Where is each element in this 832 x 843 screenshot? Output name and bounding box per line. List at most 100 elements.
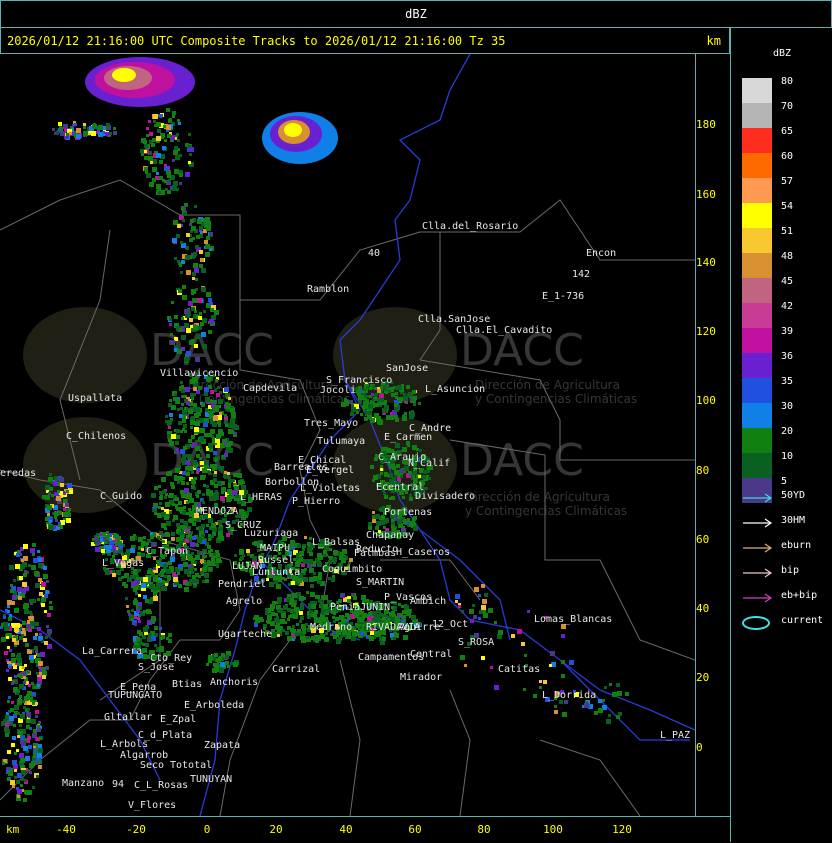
echo-pixel — [38, 558, 42, 562]
echo-pixel — [169, 511, 172, 514]
echo-pixel — [299, 620, 302, 623]
echo-pixel — [209, 232, 213, 236]
radar-map[interactable]: DACC Dirección de Agricultura y Continge… — [0, 54, 696, 816]
echo-pixel — [284, 578, 287, 581]
echo-pixel — [9, 666, 12, 669]
echo-pixel — [388, 390, 391, 393]
place-label: Chapanay — [366, 530, 414, 541]
echo-pixel — [202, 468, 207, 473]
echo-pixel — [241, 485, 246, 490]
echo-pixel — [290, 598, 294, 602]
watermark-name-3: DACC — [150, 435, 274, 486]
echo-pixel — [51, 494, 54, 497]
echo-pixel — [176, 448, 179, 451]
echo-pixel — [164, 180, 167, 183]
echo-pixel — [199, 250, 203, 254]
echo-pixel — [9, 716, 14, 721]
echo-pixel — [164, 575, 167, 578]
legend-swatch — [742, 353, 772, 378]
echo-pixel — [213, 451, 217, 455]
echo-pixel — [28, 684, 31, 687]
y-tick-label: 100 — [696, 394, 716, 407]
echo-pixel — [195, 407, 200, 412]
echo-pixel — [287, 618, 290, 621]
echo-pixel — [233, 473, 237, 477]
radar-map-canvas[interactable]: DACC Dirección de Agricultura y Continge… — [0, 54, 695, 816]
echo-pixel — [37, 598, 40, 601]
echo-pixel — [153, 596, 158, 601]
echo-pixel — [317, 553, 322, 558]
echo-pixel — [193, 325, 198, 330]
echo-pixel — [230, 408, 235, 413]
echo-pixel — [36, 672, 39, 675]
echo-pixel — [197, 551, 201, 555]
echo-pixel — [308, 559, 313, 564]
echo-pixel — [178, 532, 181, 535]
place-label: 142 — [572, 269, 590, 280]
echo-pixel — [180, 430, 183, 433]
echo-pixel — [201, 268, 206, 273]
place-label: Clla.SanJose — [418, 314, 490, 325]
echo-pixel — [174, 475, 177, 478]
echo-pixel — [193, 585, 196, 588]
echo-pixel — [118, 541, 122, 545]
echo-pixel — [211, 523, 216, 528]
echo-pixel — [53, 481, 58, 486]
echo-pixel — [561, 660, 565, 664]
place-label: P_Hierro — [292, 496, 340, 507]
echo-pixel — [216, 393, 220, 397]
place-label: Ambich — [410, 596, 446, 607]
echo-pixel — [11, 743, 15, 747]
echo-pixel — [228, 476, 231, 479]
echo-pixel — [126, 549, 130, 553]
echo-pixel — [413, 471, 417, 475]
echo-pixel — [278, 601, 281, 604]
echo-pixel — [167, 578, 170, 581]
echo-pixel — [29, 655, 34, 660]
echo-pixel — [193, 387, 197, 391]
place-label: TUNUYAN — [190, 774, 232, 785]
echo-pixel — [372, 399, 375, 402]
echo-pixel — [145, 625, 149, 629]
echo-pixel — [344, 400, 348, 404]
echo-pixel — [16, 553, 20, 557]
echo-pixel — [189, 567, 193, 571]
echo-pixel — [406, 611, 411, 616]
echo-pixel — [282, 629, 285, 632]
legend-swatch — [742, 228, 772, 253]
echo-pixel — [17, 712, 20, 715]
echo-pixel — [335, 617, 339, 621]
echo-pixel — [149, 182, 154, 187]
legend-level-label: 65 — [781, 126, 794, 137]
dbz-legend: dBZ 80 70 65 60 57 54 51 48 45 42 39 36 35 30 20 10 5 50Y… — [730, 28, 832, 842]
echo-pixel — [47, 505, 52, 510]
echo-pixel — [182, 285, 186, 289]
echo-pixel — [409, 497, 413, 501]
echo-pixel — [186, 482, 189, 485]
echo-pixel — [18, 596, 22, 600]
echo-pixel — [554, 705, 557, 708]
echo-pixel — [16, 749, 19, 752]
echo-pixel — [186, 328, 191, 333]
echo-pixel — [7, 661, 10, 664]
echo-pixel — [177, 481, 180, 484]
echo-pixel — [6, 633, 9, 636]
echo-pixel — [297, 629, 301, 633]
echo-pixel — [180, 271, 183, 274]
echo-pixel — [234, 425, 239, 430]
echo-pixel — [230, 430, 234, 434]
echo-pixel — [299, 554, 302, 557]
echo-pixel — [27, 708, 30, 711]
echo-pixel — [30, 613, 33, 616]
echo-pixel — [7, 605, 10, 608]
echo-pixel — [299, 596, 304, 601]
echo-pixel — [165, 583, 168, 586]
echo-pixel — [321, 611, 325, 615]
echo-pixel — [31, 719, 36, 724]
echo-pixel — [387, 618, 390, 621]
echo-pixel — [277, 605, 281, 609]
echo-pixel — [47, 513, 50, 516]
echo-pixel — [181, 403, 184, 406]
echo-pixel — [162, 146, 166, 150]
echo-pixel — [228, 485, 231, 488]
